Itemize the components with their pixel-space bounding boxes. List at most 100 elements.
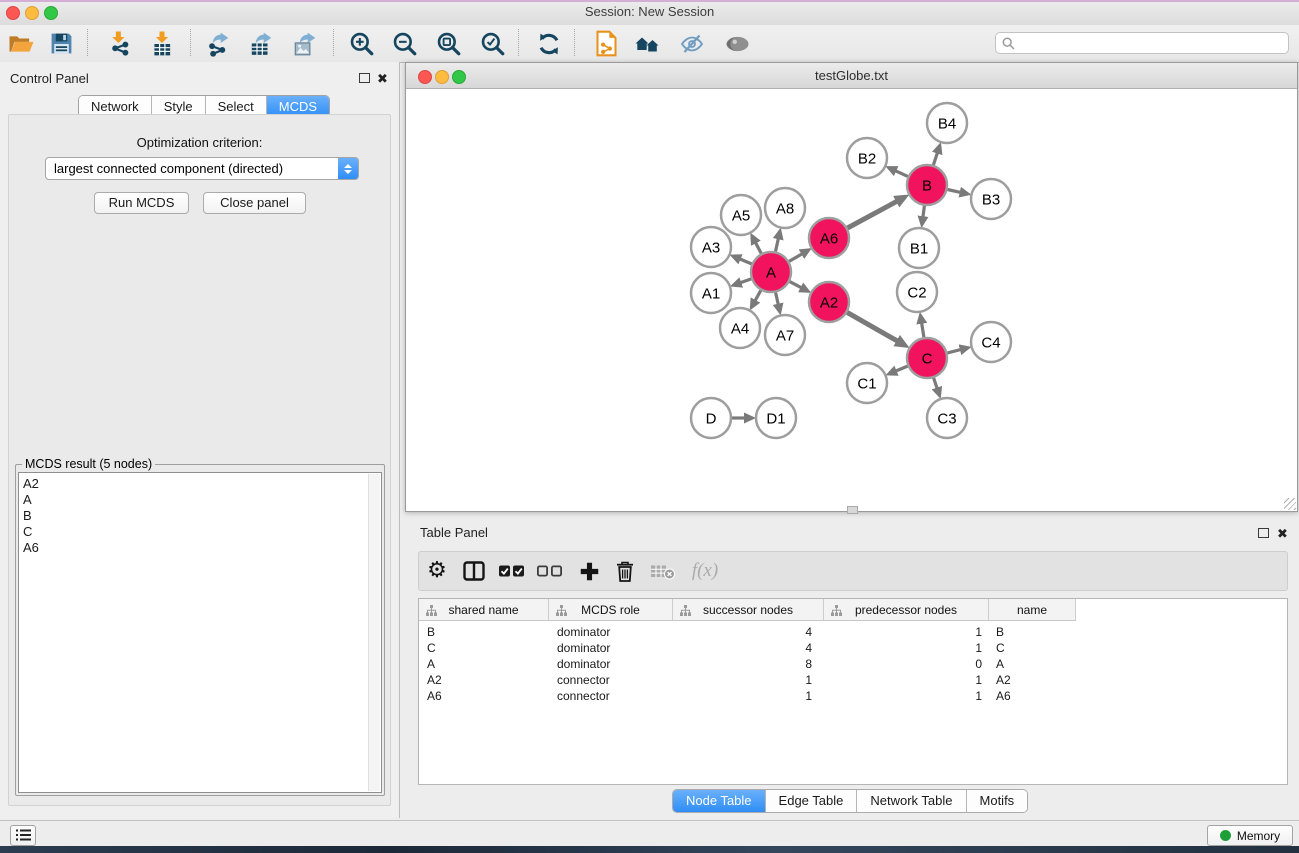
cell-predecessor-nodes[interactable]: 1 [824,688,989,704]
import-network-icon[interactable] [102,28,138,59]
tab-node-table[interactable]: Node Table [673,790,766,812]
search-input[interactable] [1020,35,1282,51]
list-item[interactable]: A2 [19,476,381,492]
close-panel-icon[interactable]: ✖ [377,73,388,85]
cell-shared-name[interactable]: A [419,656,549,672]
graph-edge-A-A3[interactable] [740,259,752,264]
dropdown-spinner-icon[interactable] [338,158,358,179]
eye-icon[interactable] [719,28,755,59]
export-table-icon[interactable] [243,28,279,59]
export-network-icon[interactable] [200,28,236,59]
task-history-button[interactable] [10,825,36,846]
zoom-selected-icon[interactable] [475,28,511,59]
cell-predecessor-nodes[interactable]: 0 [824,656,989,672]
cell-name[interactable]: A [989,656,1076,672]
cell-name[interactable]: A2 [989,672,1076,688]
export-image-icon[interactable] [287,28,323,59]
cell-successor-nodes[interactable]: 8 [673,656,824,672]
cell-name[interactable]: B [989,624,1076,640]
graph-edge-A-A2[interactable] [790,282,802,288]
graph-edge-A2-C[interactable] [847,312,897,341]
save-session-icon[interactable] [43,28,79,59]
network-canvas[interactable]: B4B2BB3A8A5A6A3B1AA1C2A2A4A7C4CC1C3DD1 [406,90,1297,511]
cell-mcds-role[interactable]: connector [549,688,673,704]
zoom-fit-icon[interactable] [431,28,467,59]
cell-mcds-role[interactable]: dominator [549,656,673,672]
float-panel-icon[interactable] [359,73,370,83]
network-from-selection-icon[interactable] [588,28,624,59]
graph-edge-A-A6[interactable] [789,254,802,262]
run-mcds-button[interactable]: Run MCDS [94,192,189,214]
table-row[interactable]: A dominator 8 0 A [419,656,1076,672]
split-view-icon[interactable] [458,552,490,590]
add-icon[interactable] [573,552,605,590]
graph-edge-A-A5[interactable] [755,242,761,253]
import-table-icon[interactable] [144,28,180,59]
select-all-icon[interactable] [496,552,528,590]
column-header-successor-nodes[interactable]: successor nodes [673,599,824,621]
column-header-mcds-role[interactable]: MCDS role [549,599,673,621]
graph-edge-A-A7[interactable] [776,293,779,305]
scrollbar-track[interactable] [368,474,380,791]
table-row[interactable]: C dominator 4 1 C [419,640,1076,656]
cell-successor-nodes[interactable]: 1 [673,688,824,704]
graph-edge-A-A8[interactable] [776,238,779,251]
graph-edge-B-B4[interactable] [933,153,937,166]
graph-edge-C-C3[interactable] [934,378,938,389]
function-icon[interactable]: f(x) [683,552,727,590]
network-window-titlebar[interactable]: testGlobe.txt [406,63,1297,89]
cell-mcds-role[interactable]: connector [549,672,673,688]
graph-edge-B-B2[interactable] [895,171,908,177]
graph-edge-C-C4[interactable] [947,350,961,353]
home-icon[interactable] [630,28,666,59]
tab-network-table[interactable]: Network Table [857,790,966,812]
graph-edge-C-C1[interactable] [896,366,908,371]
hide-eye-icon[interactable] [674,28,710,59]
float-panel-icon[interactable] [1258,528,1269,538]
graph-edge-A-A1[interactable] [740,279,751,283]
zoom-in-icon[interactable] [344,28,380,59]
cell-successor-nodes[interactable]: 1 [673,672,824,688]
deselect-all-icon[interactable] [534,552,566,590]
cell-shared-name[interactable]: A2 [419,672,549,688]
cell-name[interactable]: C [989,640,1076,656]
search-box[interactable] [995,32,1289,54]
close-panel-button[interactable]: Close panel [203,192,306,214]
column-header-name[interactable]: name [989,599,1076,621]
list-item[interactable]: B [19,508,381,524]
column-header-predecessor-nodes[interactable]: predecessor nodes [824,599,989,621]
delete-table-icon[interactable] [646,552,678,590]
list-item[interactable]: A6 [19,540,381,556]
cell-successor-nodes[interactable]: 4 [673,640,824,656]
trash-icon[interactable] [609,552,641,590]
memory-button[interactable]: Memory [1207,825,1293,846]
column-header-shared-name[interactable]: shared name [419,599,549,621]
cell-predecessor-nodes[interactable]: 1 [824,640,989,656]
cell-predecessor-nodes[interactable]: 1 [824,672,989,688]
list-item[interactable]: A [19,492,381,508]
graph-edge-A6-B[interactable] [848,201,898,228]
cell-predecessor-nodes[interactable]: 1 [824,624,989,640]
table-row[interactable]: B dominator 4 1 B [419,624,1076,640]
cell-mcds-role[interactable]: dominator [549,624,673,640]
table-row[interactable]: A6 connector 1 1 A6 [419,688,1076,704]
mcds-result-list[interactable]: A2 A B C A6 [18,472,382,793]
cell-successor-nodes[interactable]: 4 [673,624,824,640]
graph-edge-B-B1[interactable] [923,206,925,217]
zoom-out-icon[interactable] [387,28,423,59]
cell-shared-name[interactable]: C [419,640,549,656]
criterion-dropdown[interactable]: largest connected component (directed) [45,157,359,180]
tab-motifs[interactable]: Motifs [967,790,1028,812]
cell-mcds-role[interactable]: dominator [549,640,673,656]
window-resize-grip[interactable] [847,506,858,514]
cell-name[interactable]: A6 [989,688,1076,704]
list-item[interactable]: C [19,524,381,540]
cell-shared-name[interactable]: A6 [419,688,549,704]
cell-shared-name[interactable]: B [419,624,549,640]
close-panel-icon[interactable]: ✖ [1277,528,1288,540]
tab-edge-table[interactable]: Edge Table [766,790,858,812]
refresh-icon[interactable] [531,28,567,59]
table-row[interactable]: A2 connector 1 1 A2 [419,672,1076,688]
open-file-icon[interactable] [3,28,39,59]
graph-edge-C-C2[interactable] [922,323,924,338]
